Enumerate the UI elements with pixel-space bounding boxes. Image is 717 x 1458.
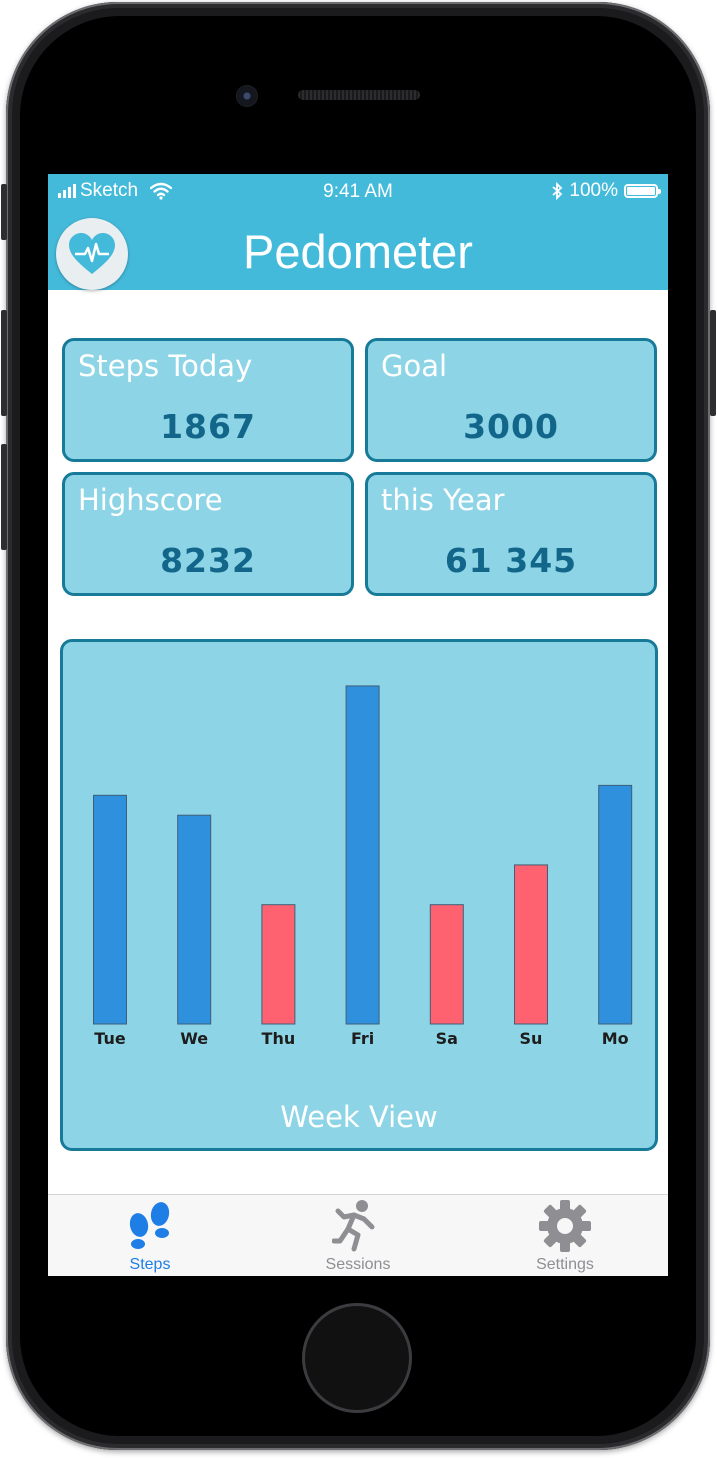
x-tick-label: We (180, 1029, 208, 1048)
this-year-value: 61 345 (444, 541, 578, 580)
volume-down-button (1, 444, 7, 550)
steps-today-card[interactable]: Steps Today 1867 (62, 338, 354, 462)
tab-sessions-label: Sessions (325, 1256, 391, 1273)
chart-title: Week View (280, 1100, 438, 1134)
highscore-label: Highscore (78, 483, 223, 517)
x-tick-label: Sa (436, 1029, 458, 1048)
bar-tue[interactable] (93, 794, 127, 1025)
x-tick-label: Fri (351, 1029, 374, 1048)
battery-percent: 100% (569, 180, 618, 201)
bar-mo[interactable] (598, 784, 633, 1025)
earpiece-speaker (298, 90, 420, 100)
tab-steps-label: Steps (129, 1256, 171, 1273)
front-camera (236, 85, 258, 107)
tab-settings[interactable]: Settings (490, 1195, 640, 1276)
power-button (710, 310, 716, 416)
x-tick-label: Mo (602, 1029, 629, 1048)
home-button[interactable] (302, 1303, 412, 1413)
bar-sa[interactable] (429, 904, 464, 1025)
goal-value: 3000 (463, 407, 559, 446)
gear-icon (539, 1200, 591, 1252)
battery-icon (624, 184, 661, 198)
mute-switch (1, 184, 7, 240)
highscore-value: 8232 (160, 541, 256, 580)
goal-label: Goal (381, 349, 448, 383)
this-year-label: this Year (381, 483, 505, 517)
highscore-card[interactable]: Highscore 8232 (62, 472, 354, 596)
tab-steps[interactable]: Steps (75, 1195, 225, 1276)
tab-settings-label: Settings (536, 1256, 594, 1273)
x-tick-label: Su (520, 1029, 543, 1048)
this-year-card[interactable]: this Year 61 345 (365, 472, 657, 596)
bar-su[interactable] (514, 864, 548, 1025)
steps-today-value: 1867 (160, 407, 256, 446)
bar-thu[interactable] (261, 904, 296, 1025)
status-bar: Sketch 9:41 AM 100% (48, 180, 668, 206)
week-chart-panel: Tue We Thu Fri Sa Su Mo Week View (60, 639, 658, 1151)
goal-card[interactable]: Goal 3000 (365, 338, 657, 462)
bluetooth-icon (552, 182, 563, 200)
tab-sessions[interactable]: Sessions (283, 1195, 433, 1276)
x-tick-label: Thu (262, 1029, 296, 1048)
app-screen: Sketch 9:41 AM 100% Pedometer Steps Toda… (48, 174, 668, 1276)
x-tick-label: Tue (94, 1029, 126, 1048)
running-person-icon (332, 1200, 375, 1252)
steps-today-label: Steps Today (78, 349, 253, 383)
footprints-icon (129, 1202, 170, 1249)
volume-up-button (1, 310, 7, 416)
bar-fri[interactable] (345, 685, 380, 1025)
bar-we[interactable] (177, 814, 212, 1025)
tab-bar: Steps Sessions Settings (48, 1194, 668, 1276)
app-header: Sketch 9:41 AM 100% Pedometer (48, 174, 668, 290)
week-bar-chart: Tue We Thu Fri Sa Su Mo (93, 685, 633, 1048)
page-title: Pedometer (243, 225, 473, 278)
